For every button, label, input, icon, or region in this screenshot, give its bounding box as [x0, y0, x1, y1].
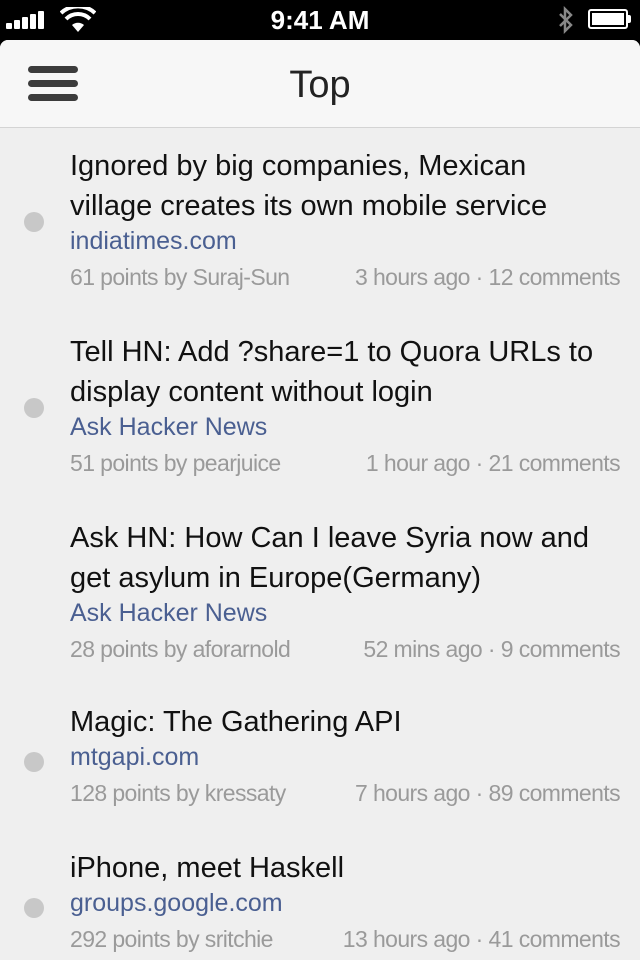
story-points-author: 128 points by kressaty: [70, 780, 286, 806]
story-time-comments: 1 hour ago · 21 comments: [365, 448, 621, 478]
battery-icon: [588, 9, 632, 31]
meta-separator: ·: [475, 264, 484, 290]
story-title[interactable]: iPhone, meet Haskell: [70, 848, 630, 888]
story-domain-link[interactable]: indiatimes.com: [70, 226, 237, 256]
phone-screen: 9:41 AM Top Ignored by big companies, Me…: [0, 0, 640, 960]
story-points-author: 51 points by pearjuice: [70, 450, 281, 476]
meta-separator: ·: [475, 780, 484, 806]
story-points-author: 28 points by aforarnold: [70, 636, 291, 662]
unread-dot-icon: [24, 212, 44, 232]
story-meta: 51 points by pearjuice 1 hour ago · 21 c…: [70, 448, 621, 478]
story-title-line: iPhone, meet Haskell: [70, 852, 345, 884]
story-meta: 28 points by aforarnold 52 mins ago · 9 …: [70, 634, 621, 664]
story-title-line: Magic: The Gathering API: [70, 706, 402, 738]
story-meta: 128 points by kressaty 7 hours ago · 89 …: [70, 778, 621, 808]
meta-separator: ·: [475, 926, 484, 952]
story-time: 1 hour ago: [365, 450, 471, 476]
story-points-author: 61 points by Suraj-Sun: [70, 264, 290, 290]
story-row[interactable]: Ignored by big companies, Mexican villag…: [0, 128, 640, 314]
story-domain-link[interactable]: mtgapi.com: [70, 742, 199, 772]
story-title-line: get asylum in Europe(Germany): [70, 562, 481, 594]
comments-link[interactable]: 12 comments: [489, 264, 621, 290]
story-meta: 292 points by sritchie 13 hours ago · 41…: [70, 924, 621, 954]
story-meta: 61 points by Suraj-Sun 3 hours ago · 12 …: [70, 262, 621, 292]
meta-separator: ·: [475, 450, 484, 476]
story-title-line: village creates its own mobile service: [70, 190, 548, 222]
story-time-comments: 7 hours ago · 89 comments: [354, 778, 621, 808]
story-row[interactable]: Magic: The Gathering API mtgapi.com 128 …: [0, 686, 640, 832]
story-points-author: 292 points by sritchie: [70, 926, 273, 952]
unread-dot-icon: [24, 752, 44, 772]
story-title[interactable]: Ignored by big companies, Mexican villag…: [70, 146, 630, 226]
page-title: Top: [289, 64, 351, 106]
story-time: 7 hours ago: [354, 780, 470, 806]
comments-link[interactable]: 21 comments: [489, 450, 621, 476]
story-title-line: Ask HN: How Can I leave Syria now and: [70, 522, 589, 554]
story-title-line: display content without login: [70, 376, 433, 408]
bluetooth-icon: [559, 6, 573, 34]
story-domain-link[interactable]: groups.google.com: [70, 888, 283, 918]
story-time-comments: 13 hours ago · 41 comments: [342, 924, 621, 954]
story-row[interactable]: Ask HN: How Can I leave Syria now and ge…: [0, 500, 640, 686]
navigation-bar: Top: [0, 40, 640, 128]
unread-dot-icon: [24, 898, 44, 918]
story-domain-link[interactable]: Ask Hacker News: [70, 598, 267, 628]
story-title-line: Ignored by big companies, Mexican: [70, 150, 527, 182]
app-container: Top Ignored by big companies, Mexican vi…: [0, 40, 640, 960]
status-time: 9:41 AM: [270, 5, 370, 35]
story-title[interactable]: Ask HN: How Can I leave Syria now and ge…: [70, 518, 630, 598]
story-list: Ignored by big companies, Mexican villag…: [0, 128, 640, 960]
meta-separator: ·: [487, 636, 496, 662]
story-time-comments: 52 mins ago · 9 comments: [363, 634, 620, 664]
comments-link[interactable]: 89 comments: [489, 780, 621, 806]
story-time: 13 hours ago: [342, 926, 471, 952]
story-time: 52 mins ago: [363, 636, 483, 662]
story-row[interactable]: Tell HN: Add ?share=1 to Quora URLs to d…: [0, 314, 640, 500]
story-domain-link[interactable]: Ask Hacker News: [70, 412, 267, 442]
story-time: 3 hours ago: [354, 264, 470, 290]
story-time-comments: 3 hours ago · 12 comments: [354, 262, 621, 292]
comments-link[interactable]: 41 comments: [489, 926, 621, 952]
story-row[interactable]: iPhone, meet Haskell groups.google.com 2…: [0, 832, 640, 960]
status-bar: 9:41 AM: [0, 0, 640, 40]
story-title[interactable]: Tell HN: Add ?share=1 to Quora URLs to d…: [70, 332, 630, 412]
story-title[interactable]: Magic: The Gathering API: [70, 702, 630, 742]
story-title-line: Tell HN: Add ?share=1 to Quora URLs to: [70, 336, 594, 368]
unread-dot-icon: [24, 398, 44, 418]
comments-link[interactable]: 9 comments: [501, 636, 621, 662]
